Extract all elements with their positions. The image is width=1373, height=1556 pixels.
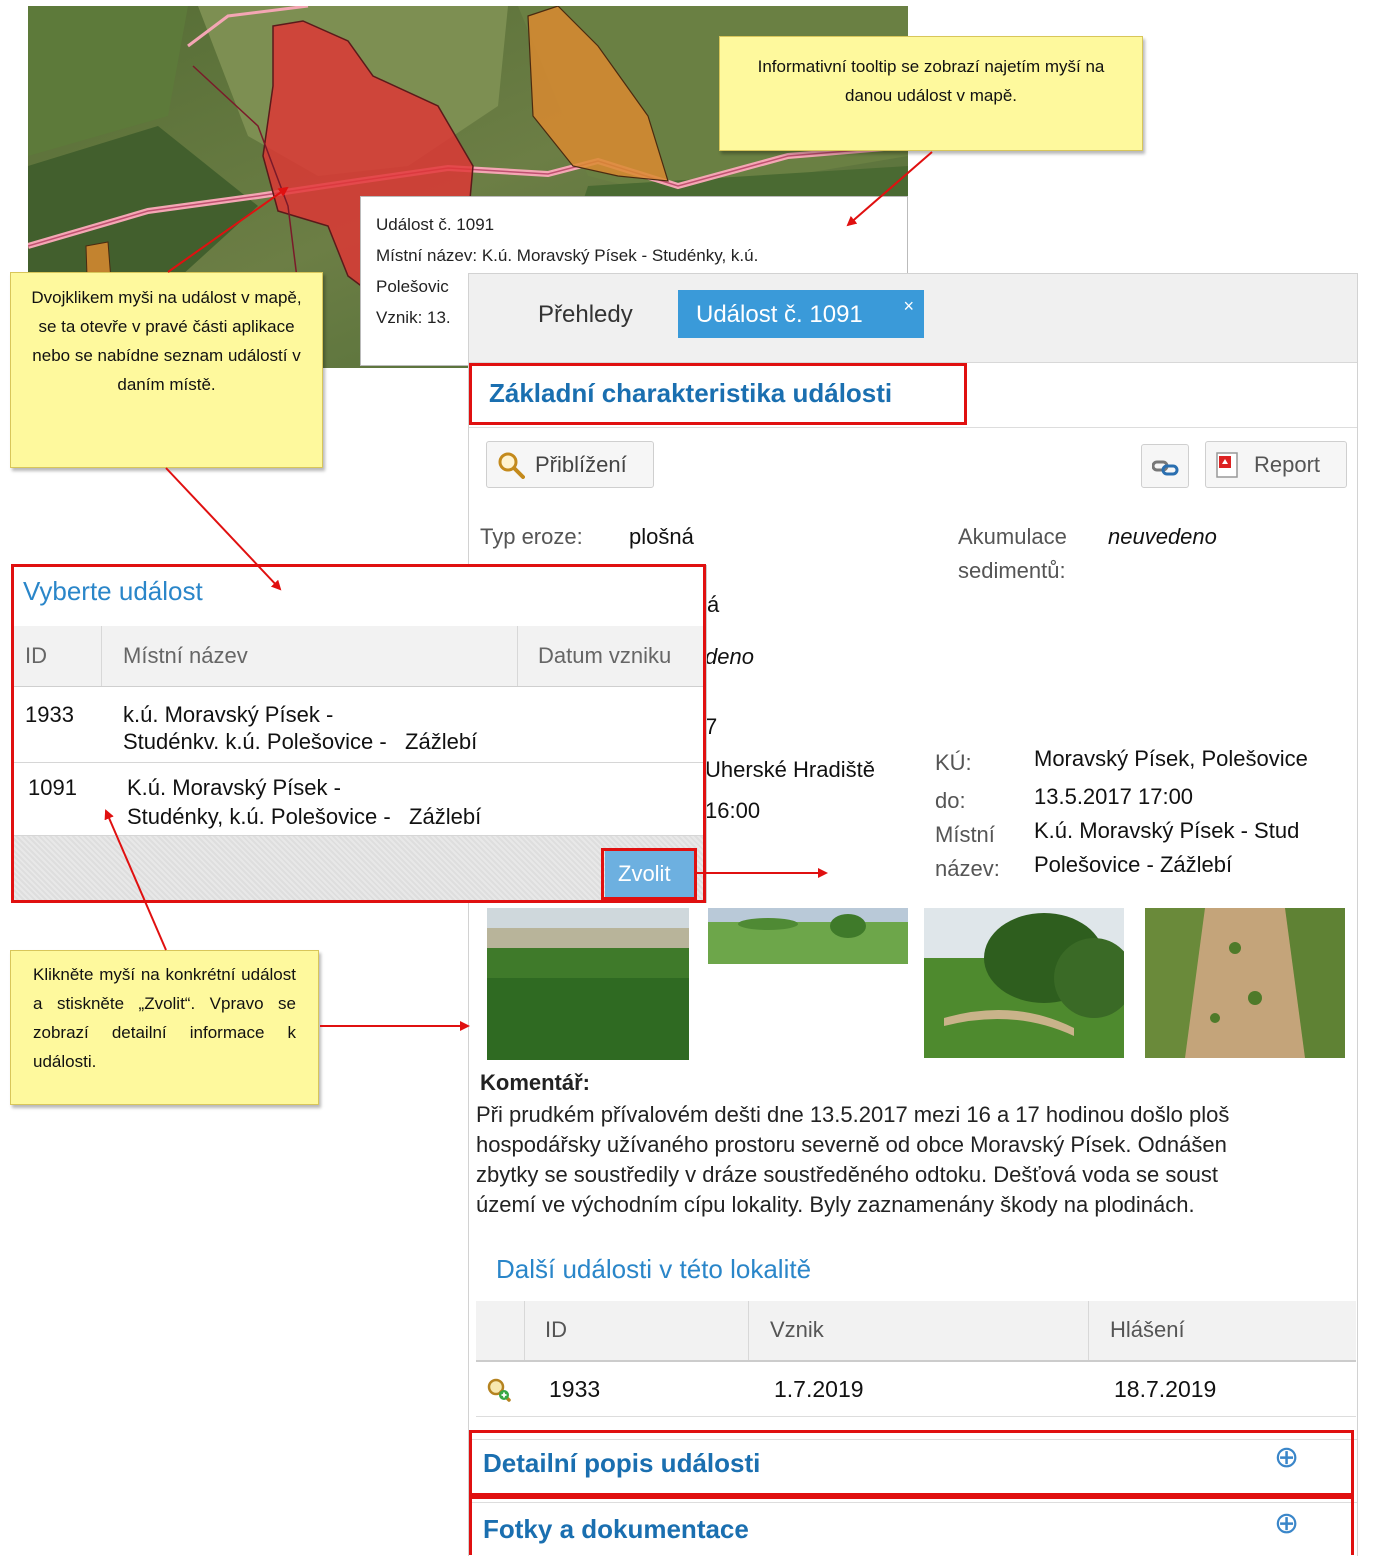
link-icon <box>1151 457 1180 484</box>
comment-heading: Komentář: <box>480 1070 591 1095</box>
zoom-button[interactable]: Přiblížení <box>486 441 654 488</box>
choose-callout: Klikněte myší na konkrétní událost a sti… <box>10 950 319 1105</box>
date-to-value: 13.5.2017 17:00 <box>1034 784 1194 809</box>
column-header-id[interactable]: ID <box>545 1317 567 1343</box>
ku-value: Moravský Písek, Polešovice <box>1034 746 1308 771</box>
close-icon[interactable]: × <box>903 296 914 317</box>
highlight-frame-choose-button <box>601 848 697 900</box>
erosion-type-value: plošná <box>629 524 694 549</box>
comment-line: zbytky se soustředily v dráze soustředěn… <box>476 1162 1218 1187</box>
partial-value: deno <box>705 644 754 669</box>
column-divider <box>748 1301 749 1360</box>
divider <box>476 1416 1356 1417</box>
tab-event-1091[interactable]: Událost č. 1091 × <box>678 290 924 338</box>
tooltip-line: Místní název: K.ú. Moravský Písek - Stud… <box>376 246 759 265</box>
tooltip-callout: Informativní tooltip se zobrazí najetím … <box>719 36 1143 151</box>
tab-bar: Přehledy Událost č. 1091 × <box>469 274 1357 363</box>
date-to-label: do: <box>935 788 966 813</box>
accumulation-label-2: sedimentů: <box>958 558 1066 583</box>
photo-thumbnail[interactable] <box>487 908 689 1060</box>
link-button[interactable] <box>1141 444 1189 488</box>
column-header-vznik[interactable]: Vznik <box>770 1317 824 1343</box>
place-name-value: K.ú. Moravský Písek - Stud <box>1034 818 1300 843</box>
column-header-hlaseni[interactable]: Hlášení <box>1110 1317 1185 1343</box>
photo-thumbnail[interactable] <box>924 908 1124 1058</box>
row-id: 1933 <box>549 1376 601 1402</box>
event-detail-panel: Přehledy Událost č. 1091 × Základní char… <box>468 273 1358 1556</box>
comment-line: hospodářsky užívaného prostoru severně o… <box>476 1132 1227 1157</box>
report-button[interactable]: Report <box>1205 441 1347 488</box>
row-vznik: 1.7.2019 <box>774 1376 864 1402</box>
comment-line: území ve východním cípu lokality. Byly z… <box>476 1192 1195 1217</box>
report-button-label: Report <box>1254 452 1321 477</box>
district-value: Uherské Hradiště <box>705 757 875 782</box>
comment-line: Při prudkém přívalovém dešti dne 13.5.20… <box>476 1102 1230 1127</box>
accumulation-value: neuvedeno <box>1108 524 1217 549</box>
photo-thumbnail[interactable] <box>1145 908 1345 1058</box>
place-name-label-2: název: <box>935 856 1000 881</box>
tab-overview[interactable]: Přehledy <box>538 301 633 329</box>
other-events-table: ID Vznik Hlášení 1933 1.7.2019 18.7.2019 <box>476 1301 1356 1421</box>
row-hlaseni: 18.7.2019 <box>1114 1376 1217 1402</box>
photo-thumbnail[interactable] <box>708 908 908 964</box>
highlight-frame-section-title <box>469 363 967 425</box>
place-name-value-2: Polešovice - Zážlebí <box>1034 852 1233 877</box>
other-events-heading: Další události v této lokalitě <box>496 1254 812 1284</box>
column-divider <box>524 1301 525 1360</box>
doubleclick-callout: Dvojklikem myši na událost v mapě, se ta… <box>10 272 323 468</box>
time-from-value: 16:00 <box>705 798 761 823</box>
erosion-type-label: Typ eroze: <box>480 524 583 549</box>
zoom-button-label: Přiblížení <box>535 452 627 477</box>
comment-text: Při prudkém přívalovém dešti dne 13.5.20… <box>476 1100 1357 1220</box>
accumulation-label: Akumulace <box>958 524 1067 549</box>
zoom-to-icon[interactable] <box>486 1377 512 1408</box>
column-divider <box>1088 1301 1089 1360</box>
pdf-icon <box>1216 452 1240 484</box>
table-header: ID Vznik Hlášení <box>476 1301 1356 1362</box>
divider <box>469 427 1357 428</box>
tooltip-line: Událost č. 1091 <box>376 215 495 234</box>
magnifier-icon <box>497 451 525 485</box>
highlight-frame-photos-accordion <box>469 1496 1354 1555</box>
erosion-type-value-2: á <box>707 592 720 617</box>
highlight-frame-detail-accordion <box>469 1430 1354 1496</box>
ku-label: KÚ: <box>935 750 972 775</box>
tab-event-label: Událost č. 1091 <box>696 301 863 328</box>
place-name-label: Místní <box>935 822 995 847</box>
